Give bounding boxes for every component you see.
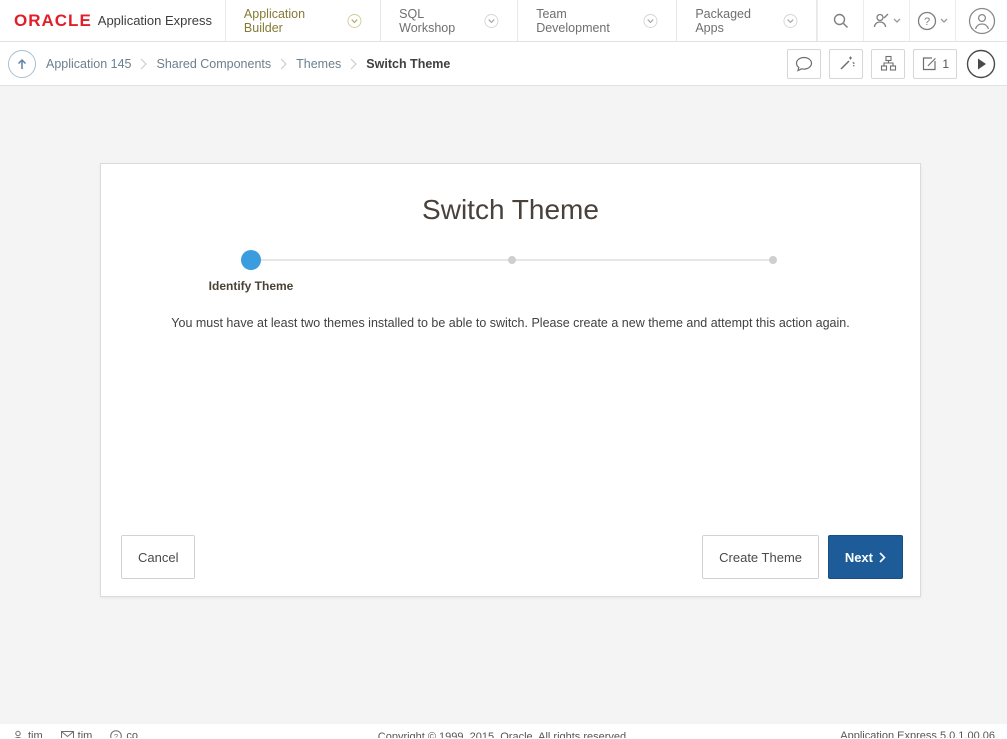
search-button[interactable] [817,0,863,41]
edit-icon [921,56,937,72]
tab-label: SQL Workshop [399,7,477,35]
tab-application-builder[interactable]: Application Builder [225,0,380,41]
account-icon [968,7,996,35]
edit-page-number: 1 [942,57,949,71]
up-level-button[interactable] [8,50,36,78]
next-button[interactable]: Next [828,535,903,579]
wizard-progress-train: Identify Theme [251,250,773,270]
switch-theme-wizard-card: Switch Theme Identify Theme You must hav… [100,163,921,597]
create-theme-button-label: Create Theme [719,550,802,565]
copyright-text: Copyright © 1999, 2015, Oracle. All righ… [0,731,1007,738]
tab-label: Packaged Apps [695,7,776,35]
tab-sql-workshop[interactable]: SQL Workshop [380,0,517,41]
comment-button[interactable] [787,49,821,79]
next-button-label: Next [845,550,873,565]
breadcrumb-shared-components[interactable]: Shared Components [156,57,271,71]
breadcrumb: Application 145 Shared Components Themes… [46,57,450,71]
breadcrumb-separator-icon [140,58,147,70]
breadcrumb-switch-theme: Switch Theme [366,57,450,71]
admin-menu-button[interactable] [863,0,909,41]
wizard-step-1-label: Identify Theme [141,279,361,293]
main-content-region: Switch Theme Identify Theme You must hav… [0,86,1007,738]
hierarchy-icon [880,55,897,72]
chevron-down-icon[interactable] [783,13,798,29]
cancel-button[interactable]: Cancel [121,535,195,579]
tree-view-button[interactable] [871,49,905,79]
tab-packaged-apps[interactable]: Packaged Apps [676,0,817,41]
main-tabs: Application Builder SQL Workshop Team De… [225,0,817,41]
breadcrumb-separator-icon [280,58,287,70]
wizard-message: You must have at least two themes instal… [101,316,920,330]
top-navigation-bar: ORACLE Application Express Application B… [0,0,1007,42]
brand-area: ORACLE Application Express [0,0,225,41]
edit-page-button[interactable]: 1 [913,49,957,79]
breadcrumb-themes[interactable]: Themes [296,57,341,71]
header-icon-group: ? [817,0,1007,41]
page-toolbar: 1 [787,49,997,79]
product-name: Application Express [98,13,212,28]
chevron-down-icon [940,18,948,24]
breadcrumb-application-145[interactable]: Application 145 [46,57,131,71]
comment-icon [795,56,813,72]
run-icon [966,49,996,79]
page-title: Switch Theme [101,194,920,226]
svg-text:?: ? [924,16,930,28]
help-menu-button[interactable]: ? [909,0,955,41]
wizard-step-2-marker [508,256,516,264]
search-icon [832,12,850,30]
cancel-button-label: Cancel [138,550,178,565]
arrow-up-icon [15,57,29,71]
breadcrumb-separator-icon [350,58,357,70]
run-application-button[interactable] [965,49,997,79]
chevron-down-icon[interactable] [347,13,362,29]
oracle-logo: ORACLE [14,11,92,31]
tab-team-development[interactable]: Team Development [517,0,676,41]
shortcuts-button[interactable] [829,49,863,79]
wizard-step-1-marker [241,250,261,270]
chevron-down-icon[interactable] [484,13,499,29]
page-footer: tim tim ? co Copyright © 1999, 2015, Ora… [0,724,1007,738]
chevron-right-icon [879,552,886,563]
help-icon: ? [917,11,937,31]
account-menu-button[interactable] [955,0,1007,41]
chevron-down-icon [893,18,901,24]
admin-user-icon [872,12,890,30]
tab-label: Team Development [536,7,636,35]
breadcrumb-bar: Application 145 Shared Components Themes… [0,42,1007,86]
create-theme-button[interactable]: Create Theme [702,535,819,579]
wizard-step-3-marker [769,256,777,264]
tab-label: Application Builder [244,7,340,35]
wand-icon [838,55,855,72]
chevron-down-icon[interactable] [643,13,658,29]
